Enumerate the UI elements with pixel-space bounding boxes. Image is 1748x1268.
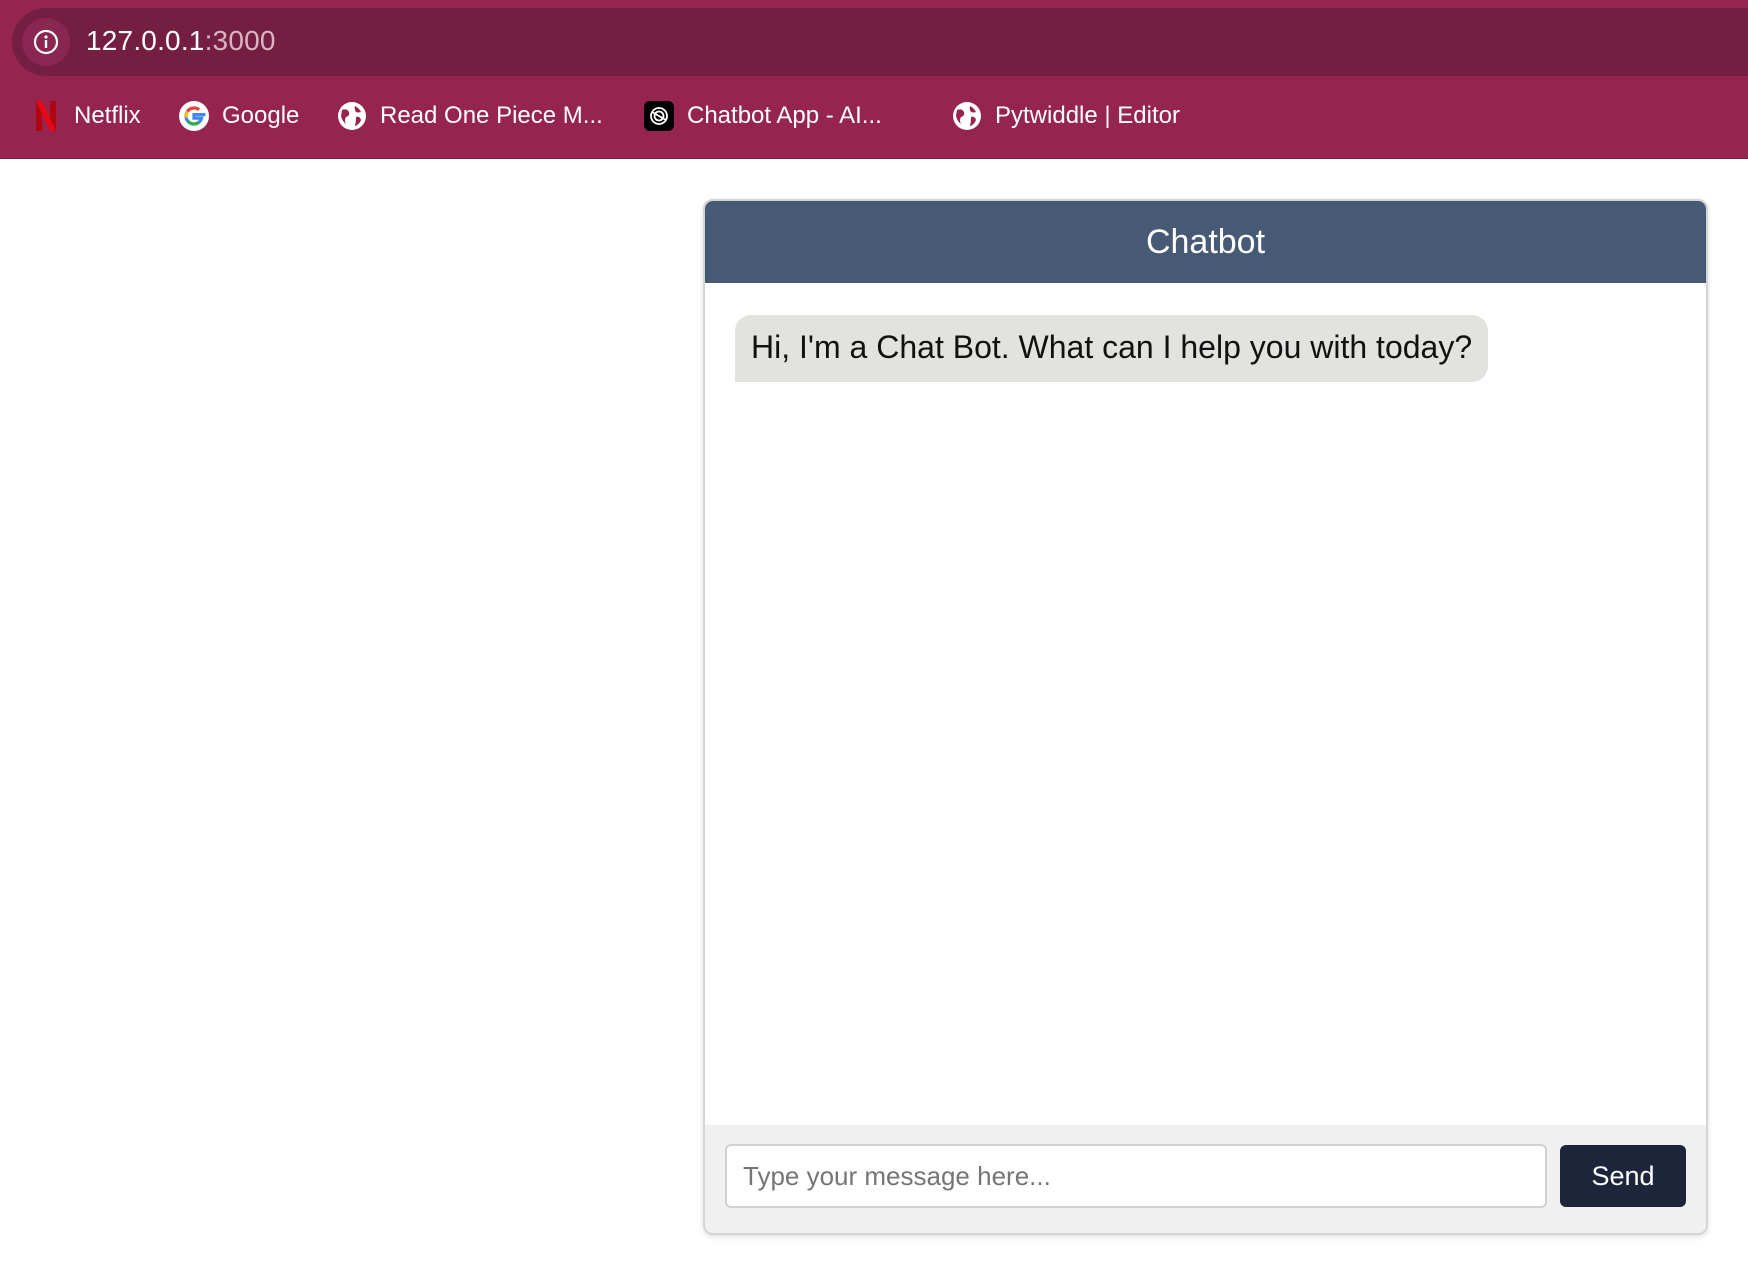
chat-header: Chatbot (705, 201, 1706, 283)
bookmarks-bar: Netflix Google Read One Piece M... Chatb… (0, 90, 1748, 142)
url-port: :3000 (204, 25, 276, 56)
message-input[interactable] (725, 1144, 1547, 1208)
chat-title: Chatbot (1145, 222, 1266, 261)
site-info-icon[interactable] (22, 18, 70, 66)
browser-toolbar: 127.0.0.1:3000 Netflix Google Read One P… (0, 0, 1748, 159)
bookmark-chatbot-app[interactable]: Chatbot App - AI... (643, 90, 882, 142)
message-list[interactable]: Hi, I'm a Chat Bot. What can I help you … (705, 283, 1706, 1125)
send-button[interactable]: Send (1560, 1145, 1686, 1207)
bookmark-read-one-piece[interactable]: Read One Piece M... (336, 90, 603, 142)
netflix-icon (30, 100, 62, 132)
bookmark-netflix[interactable]: Netflix (30, 90, 141, 142)
bookmark-label: Chatbot App - AI... (687, 102, 882, 129)
globe-icon (336, 100, 368, 132)
bot-message: Hi, I'm a Chat Bot. What can I help you … (735, 315, 1489, 382)
bookmark-label: Read One Piece M... (380, 102, 603, 129)
message-composer: Send (705, 1125, 1706, 1233)
bookmark-label: Netflix (74, 102, 141, 129)
chatbot-window: Chatbot Hi, I'm a Chat Bot. What can I h… (703, 199, 1708, 1235)
url-text[interactable]: 127.0.0.1:3000 (86, 25, 276, 57)
chatbot-app-icon (643, 100, 675, 132)
globe-icon (951, 100, 983, 132)
address-bar[interactable]: 127.0.0.1:3000 (12, 8, 1748, 76)
url-host: 127.0.0.1 (86, 25, 205, 56)
bookmark-label: Google (222, 102, 300, 129)
bookmark-label: Pytwiddle | Editor (995, 102, 1180, 129)
bookmark-pytwiddle[interactable]: Pytwiddle | Editor (951, 90, 1180, 142)
google-icon (178, 100, 210, 132)
bookmark-google[interactable]: Google (178, 90, 299, 142)
